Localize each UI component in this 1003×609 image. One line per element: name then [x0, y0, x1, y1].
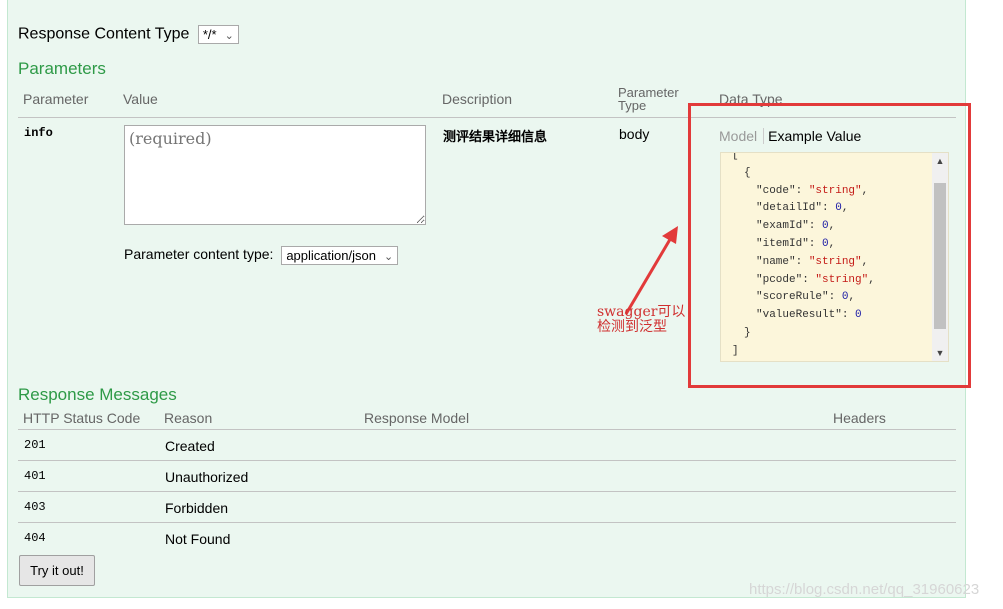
resp-col-headers: Headers	[833, 410, 886, 426]
divider	[18, 491, 956, 492]
chevron-down-icon: ⌄	[383, 251, 394, 263]
param-col-value: Value	[123, 91, 158, 107]
status-reason: Not Found	[165, 531, 231, 547]
try-it-out-button[interactable]: Try it out!	[19, 555, 95, 586]
divider	[18, 522, 956, 523]
divider	[18, 460, 956, 461]
annotation-text: swagger可以 检测到泛型	[597, 304, 686, 335]
param-col-parameter-type: Parameter Type	[618, 85, 679, 113]
status-code: 401	[24, 469, 46, 483]
param-type: body	[619, 126, 650, 142]
chevron-down-icon: ⌄	[224, 30, 234, 42]
status-code: 403	[24, 500, 46, 514]
param-col-parameter: Parameter	[23, 91, 89, 107]
param-value-textarea[interactable]	[124, 125, 426, 225]
param-content-type: Parameter content type: application/json…	[124, 246, 399, 265]
param-content-type-select[interactable]: application/json ⌄	[281, 246, 399, 265]
status-code: 201	[24, 438, 46, 452]
divider	[18, 429, 956, 430]
status-reason: Forbidden	[165, 500, 229, 516]
resp-col-model: Response Model	[364, 410, 470, 426]
resp-col-status: HTTP Status Code	[23, 410, 141, 426]
param-content-type-label: Parameter content type:	[124, 246, 274, 263]
param-description: 测评结果详细信息	[443, 129, 548, 144]
param-col-description: Description	[442, 91, 513, 107]
response-messages-heading: Response Messages	[18, 385, 177, 404]
response-content-type: Response Content Type */* ⌄	[18, 25, 239, 44]
status-code: 404	[24, 531, 46, 545]
watermark: https://blog.csdn.net/qq_31960623	[749, 581, 980, 598]
resp-col-reason: Reason	[164, 410, 213, 426]
status-reason: Created	[165, 438, 215, 454]
highlight-box	[688, 103, 971, 388]
response-content-type-label: Response Content Type	[18, 25, 190, 43]
response-content-type-select[interactable]: */* ⌄	[197, 25, 239, 44]
param-name: info	[24, 126, 53, 140]
parameters-heading: Parameters	[18, 59, 106, 78]
status-reason: Unauthorized	[165, 469, 249, 485]
